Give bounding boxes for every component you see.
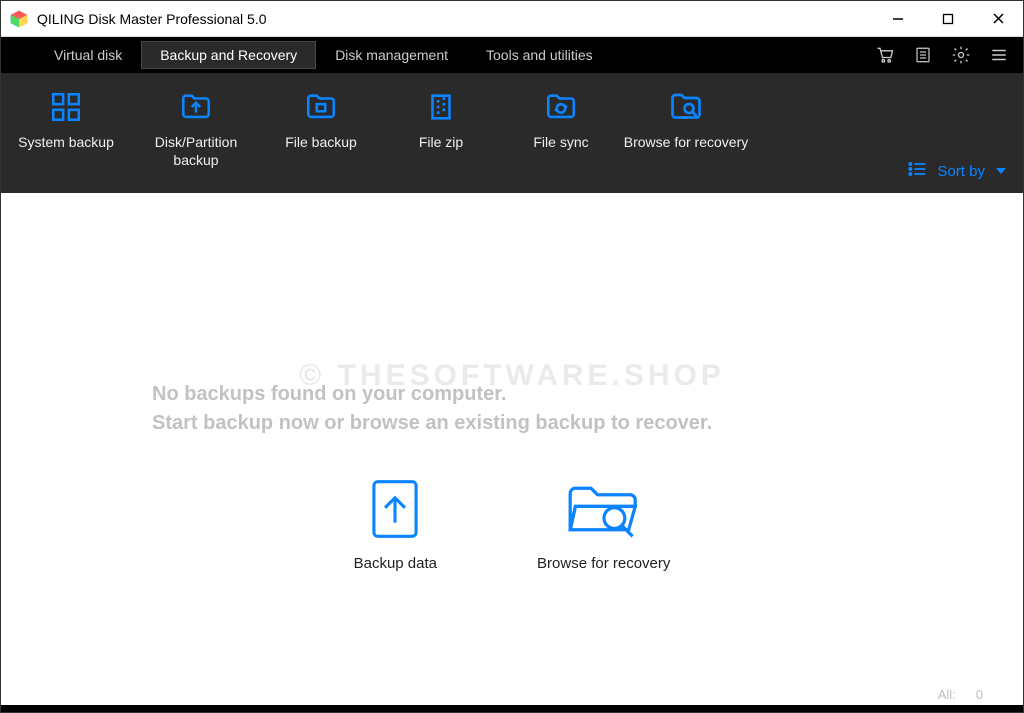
app-logo-icon xyxy=(9,9,29,29)
grid-icon xyxy=(49,87,83,127)
tab-label: Virtual disk xyxy=(54,47,122,63)
status-count: 0 xyxy=(976,687,983,702)
window-controls xyxy=(873,1,1023,36)
tab-label: Tools and utilities xyxy=(486,47,593,63)
tool-file-sync[interactable]: File sync xyxy=(501,87,621,151)
message-line-1: No backups found on your computer. xyxy=(152,383,872,406)
tool-label: System backup xyxy=(18,133,114,151)
tool-label: File zip xyxy=(419,133,463,151)
toolbar: System backup Disk/Partition backup File… xyxy=(1,73,1023,193)
chevron-down-icon xyxy=(995,163,1007,180)
folder-up-icon xyxy=(179,87,213,127)
sort-by-dropdown[interactable]: Sort by xyxy=(907,161,1007,181)
menu-icon[interactable] xyxy=(989,45,1009,65)
zip-icon xyxy=(424,87,458,127)
minimize-button[interactable] xyxy=(873,1,923,36)
backup-data-icon xyxy=(370,477,420,541)
window-title: QILING Disk Master Professional 5.0 xyxy=(37,11,873,27)
status-bar: All: 0 xyxy=(1,688,1023,712)
sort-label: Sort by xyxy=(937,163,985,180)
tool-label: File sync xyxy=(533,133,588,151)
tool-label: Browse for recovery xyxy=(624,133,748,151)
tab-tools-utilities[interactable]: Tools and utilities xyxy=(467,41,612,69)
tab-label: Disk management xyxy=(335,47,448,63)
maximize-button[interactable] xyxy=(923,1,973,36)
folder-search-icon xyxy=(668,87,704,127)
close-button[interactable] xyxy=(973,1,1023,36)
tool-label: Disk/Partition backup xyxy=(131,133,261,169)
action-label: Browse for recovery xyxy=(537,555,670,572)
tool-label: File backup xyxy=(285,133,357,151)
settings-icon[interactable] xyxy=(951,45,971,65)
backup-data-button[interactable]: Backup data xyxy=(354,477,437,572)
action-label: Backup data xyxy=(354,555,437,572)
message-line-2: Start backup now or browse an existing b… xyxy=(152,412,872,435)
cart-icon[interactable] xyxy=(875,45,895,65)
tabbar-right-icons xyxy=(875,45,1023,65)
tab-bar: Virtual disk Backup and Recovery Disk ma… xyxy=(1,37,1023,73)
tab-disk-management[interactable]: Disk management xyxy=(316,41,467,69)
empty-state-actions: Backup data Browse for recovery xyxy=(354,477,671,572)
folder-small-icon xyxy=(304,87,338,127)
tool-system-backup[interactable]: System backup xyxy=(1,87,131,151)
status-label: All: xyxy=(938,687,956,702)
tab-backup-recovery[interactable]: Backup and Recovery xyxy=(141,41,316,69)
list-icon xyxy=(907,161,927,181)
tab-virtual-disk[interactable]: Virtual disk xyxy=(35,41,141,69)
folder-sync-icon xyxy=(544,87,578,127)
browse-recovery-icon xyxy=(565,477,643,541)
tool-file-backup[interactable]: File backup xyxy=(261,87,381,151)
main-content: © THESOFTWARE.SHOP No backups found on y… xyxy=(1,193,1023,688)
log-icon[interactable] xyxy=(913,45,933,65)
empty-state-message: No backups found on your computer. Start… xyxy=(152,383,872,441)
tool-disk-partition-backup[interactable]: Disk/Partition backup xyxy=(131,87,261,169)
browse-recovery-button[interactable]: Browse for recovery xyxy=(537,477,670,572)
tool-browse-recovery[interactable]: Browse for recovery xyxy=(621,87,751,151)
tab-label: Backup and Recovery xyxy=(160,47,297,63)
titlebar: QILING Disk Master Professional 5.0 xyxy=(1,1,1023,37)
tool-file-zip[interactable]: File zip xyxy=(381,87,501,151)
